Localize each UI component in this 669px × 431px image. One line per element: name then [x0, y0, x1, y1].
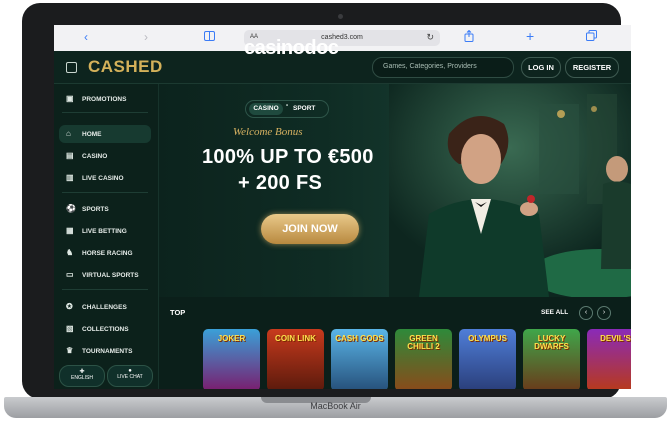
register-button[interactable]: REGISTER: [565, 57, 619, 78]
arrow-right-icon[interactable]: ›: [597, 306, 611, 320]
sidebar-item-promotions[interactable]: ▣ PROMOTIONS: [59, 90, 151, 108]
live-bet-icon: ▦: [66, 226, 74, 235]
game-tile[interactable]: COIN LINK: [267, 329, 324, 389]
medal-icon: ✪: [66, 302, 73, 311]
menu-toggle-icon[interactable]: [66, 62, 77, 73]
game-title: DEVIL'S: [600, 334, 631, 343]
laptop-frame: ‹ › AA cashed3.com ↻ + CASHED Games, Cat…: [22, 3, 631, 399]
tab-sport[interactable]: SPORT: [293, 105, 315, 112]
ball-icon: ⚽: [66, 204, 76, 213]
chevron-right-icon[interactable]: ›: [144, 30, 148, 44]
book-icon[interactable]: [204, 30, 215, 44]
join-now-button[interactable]: JOIN NOW: [261, 214, 359, 244]
home-icon: ⌂: [66, 129, 71, 138]
divider: [62, 112, 148, 113]
gift-icon: ▣: [66, 94, 74, 103]
sidebar-item-sports[interactable]: ⚽ SPORTS: [59, 200, 151, 218]
game-title: OLYMPUS: [468, 334, 507, 343]
collection-icon: ▧: [66, 324, 74, 333]
product-toggle: CASINO • SPORT: [245, 100, 329, 118]
sidebar-item-horse-racing[interactable]: ♞ HORSE RACING: [59, 244, 151, 262]
chevron-left-icon[interactable]: ‹: [84, 30, 88, 44]
sidebar-item-live-betting[interactable]: ▦ LIVE BETTING: [59, 222, 151, 240]
sidebar-item-challenges[interactable]: ✪ CHALLENGES: [59, 298, 151, 316]
sidebar-item-label: LIVE BETTING: [82, 228, 127, 235]
site-header: CASHED Games, Categories, Providers LOG …: [54, 51, 631, 84]
tabs-icon[interactable]: [586, 30, 597, 44]
live-cards-icon: ▥: [66, 173, 74, 182]
arrow-left-icon[interactable]: ‹: [579, 306, 593, 320]
tab-casino[interactable]: CASINO: [249, 103, 283, 115]
sidebar-item-label: CASINO: [82, 153, 108, 160]
sidebar-item-label: TOURNAMENTS: [82, 348, 133, 355]
offer-line-2: + 200 FS: [238, 172, 323, 194]
live-chat-label: LIVE CHAT: [117, 374, 143, 380]
hero-banner: CASINO • SPORT Welcome Bonus 100% UP TO …: [159, 84, 631, 297]
monitor-icon: ▭: [66, 270, 74, 279]
browser-toolbar: ‹ › AA cashed3.com ↻ +: [54, 25, 631, 52]
webcam: [338, 14, 343, 19]
sidebar-item-label: HOME: [82, 131, 102, 138]
welcome-bonus-heading: Welcome Bonus: [233, 126, 303, 138]
login-button[interactable]: LOG IN: [521, 57, 561, 78]
reload-icon[interactable]: ↻: [426, 32, 434, 43]
site-logo[interactable]: CASHED: [88, 57, 163, 77]
sidebar: ▣ PROMOTIONS ⌂ HOME ▤ CASINO ▥ LIVE CASI…: [54, 84, 159, 389]
sidebar-item-label: PROMOTIONS: [82, 96, 127, 103]
hero-artwork: [389, 84, 631, 297]
game-tile[interactable]: JOKER: [203, 329, 260, 389]
game-title: COIN LINK: [275, 334, 316, 343]
sidebar-item-label: CHALLENGES: [82, 304, 127, 311]
sidebar-item-virtual-sports[interactable]: ▭ VIRTUAL SPORTS: [59, 266, 151, 284]
watermark-o: o: [316, 37, 328, 59]
see-all-link[interactable]: SEE ALL: [541, 309, 568, 316]
sidebar-item-tournaments[interactable]: ♛ TOURNAMENTS: [59, 342, 151, 360]
live-chat-button[interactable]: ● LIVE CHAT: [107, 365, 153, 387]
sidebar-item-label: HORSE RACING: [82, 250, 133, 257]
laptop-base: MacBook Air: [4, 397, 667, 418]
sidebar-item-collections[interactable]: ▧ COLLECTIONS: [59, 320, 151, 338]
game-tile[interactable]: GREEN CHILLI 2: [395, 329, 452, 389]
search-placeholder: Games, Categories, Providers: [383, 63, 477, 70]
divider: [62, 192, 148, 193]
game-title: CASH GODS: [335, 334, 384, 343]
game-title: GREEN CHILLI 2: [407, 334, 440, 351]
watermark-text-end: c: [327, 37, 339, 59]
divider: [62, 289, 148, 290]
search-input[interactable]: Games, Categories, Providers: [372, 57, 514, 78]
sidebar-item-label: LIVE CASINO: [82, 175, 124, 182]
dot-separator: •: [286, 103, 289, 109]
game-tile[interactable]: CASH GODS: [331, 329, 388, 389]
sidebar-item-casino[interactable]: ▤ CASINO: [59, 147, 151, 165]
horse-icon: ♞: [66, 248, 74, 257]
game-tile[interactable]: OLYMPUS: [459, 329, 516, 389]
flag-icon: ✚: [79, 369, 85, 375]
sidebar-item-label: SPORTS: [82, 206, 109, 213]
game-tile[interactable]: LUCKY DWARFS: [523, 329, 580, 389]
sidebar-item-label: COLLECTIONS: [82, 326, 129, 333]
language-button[interactable]: ✚ ENGLISH: [59, 365, 105, 387]
device-model-label: MacBook Air: [310, 401, 361, 411]
cards-icon: ▤: [66, 151, 74, 160]
sidebar-item-live-casino[interactable]: ▥ LIVE CASINO: [59, 169, 151, 187]
sidebar-item-label: VIRTUAL SPORTS: [82, 272, 139, 279]
top-games-section: TOP SEE ALL ‹ › JOKER COIN LINK CASH GODS G…: [159, 297, 631, 389]
game-tile[interactable]: DEVIL'S: [587, 329, 631, 389]
game-title: JOKER: [217, 334, 246, 343]
sidebar-item-home[interactable]: ⌂ HOME: [59, 125, 151, 143]
screen: ‹ › AA cashed3.com ↻ + CASHED Games, Cat…: [54, 25, 631, 389]
plus-icon[interactable]: +: [526, 28, 534, 44]
share-icon[interactable]: [464, 29, 474, 45]
game-title: LUCKY DWARFS: [534, 334, 569, 351]
section-title: TOP: [170, 308, 186, 317]
watermark-logo: casinodoc: [244, 37, 339, 60]
language-label: ENGLISH: [71, 375, 93, 381]
watermark-text: casinod: [244, 37, 317, 59]
trophy-icon: ♛: [66, 346, 74, 355]
offer-line-1: 100% UP TO €500: [202, 146, 374, 168]
